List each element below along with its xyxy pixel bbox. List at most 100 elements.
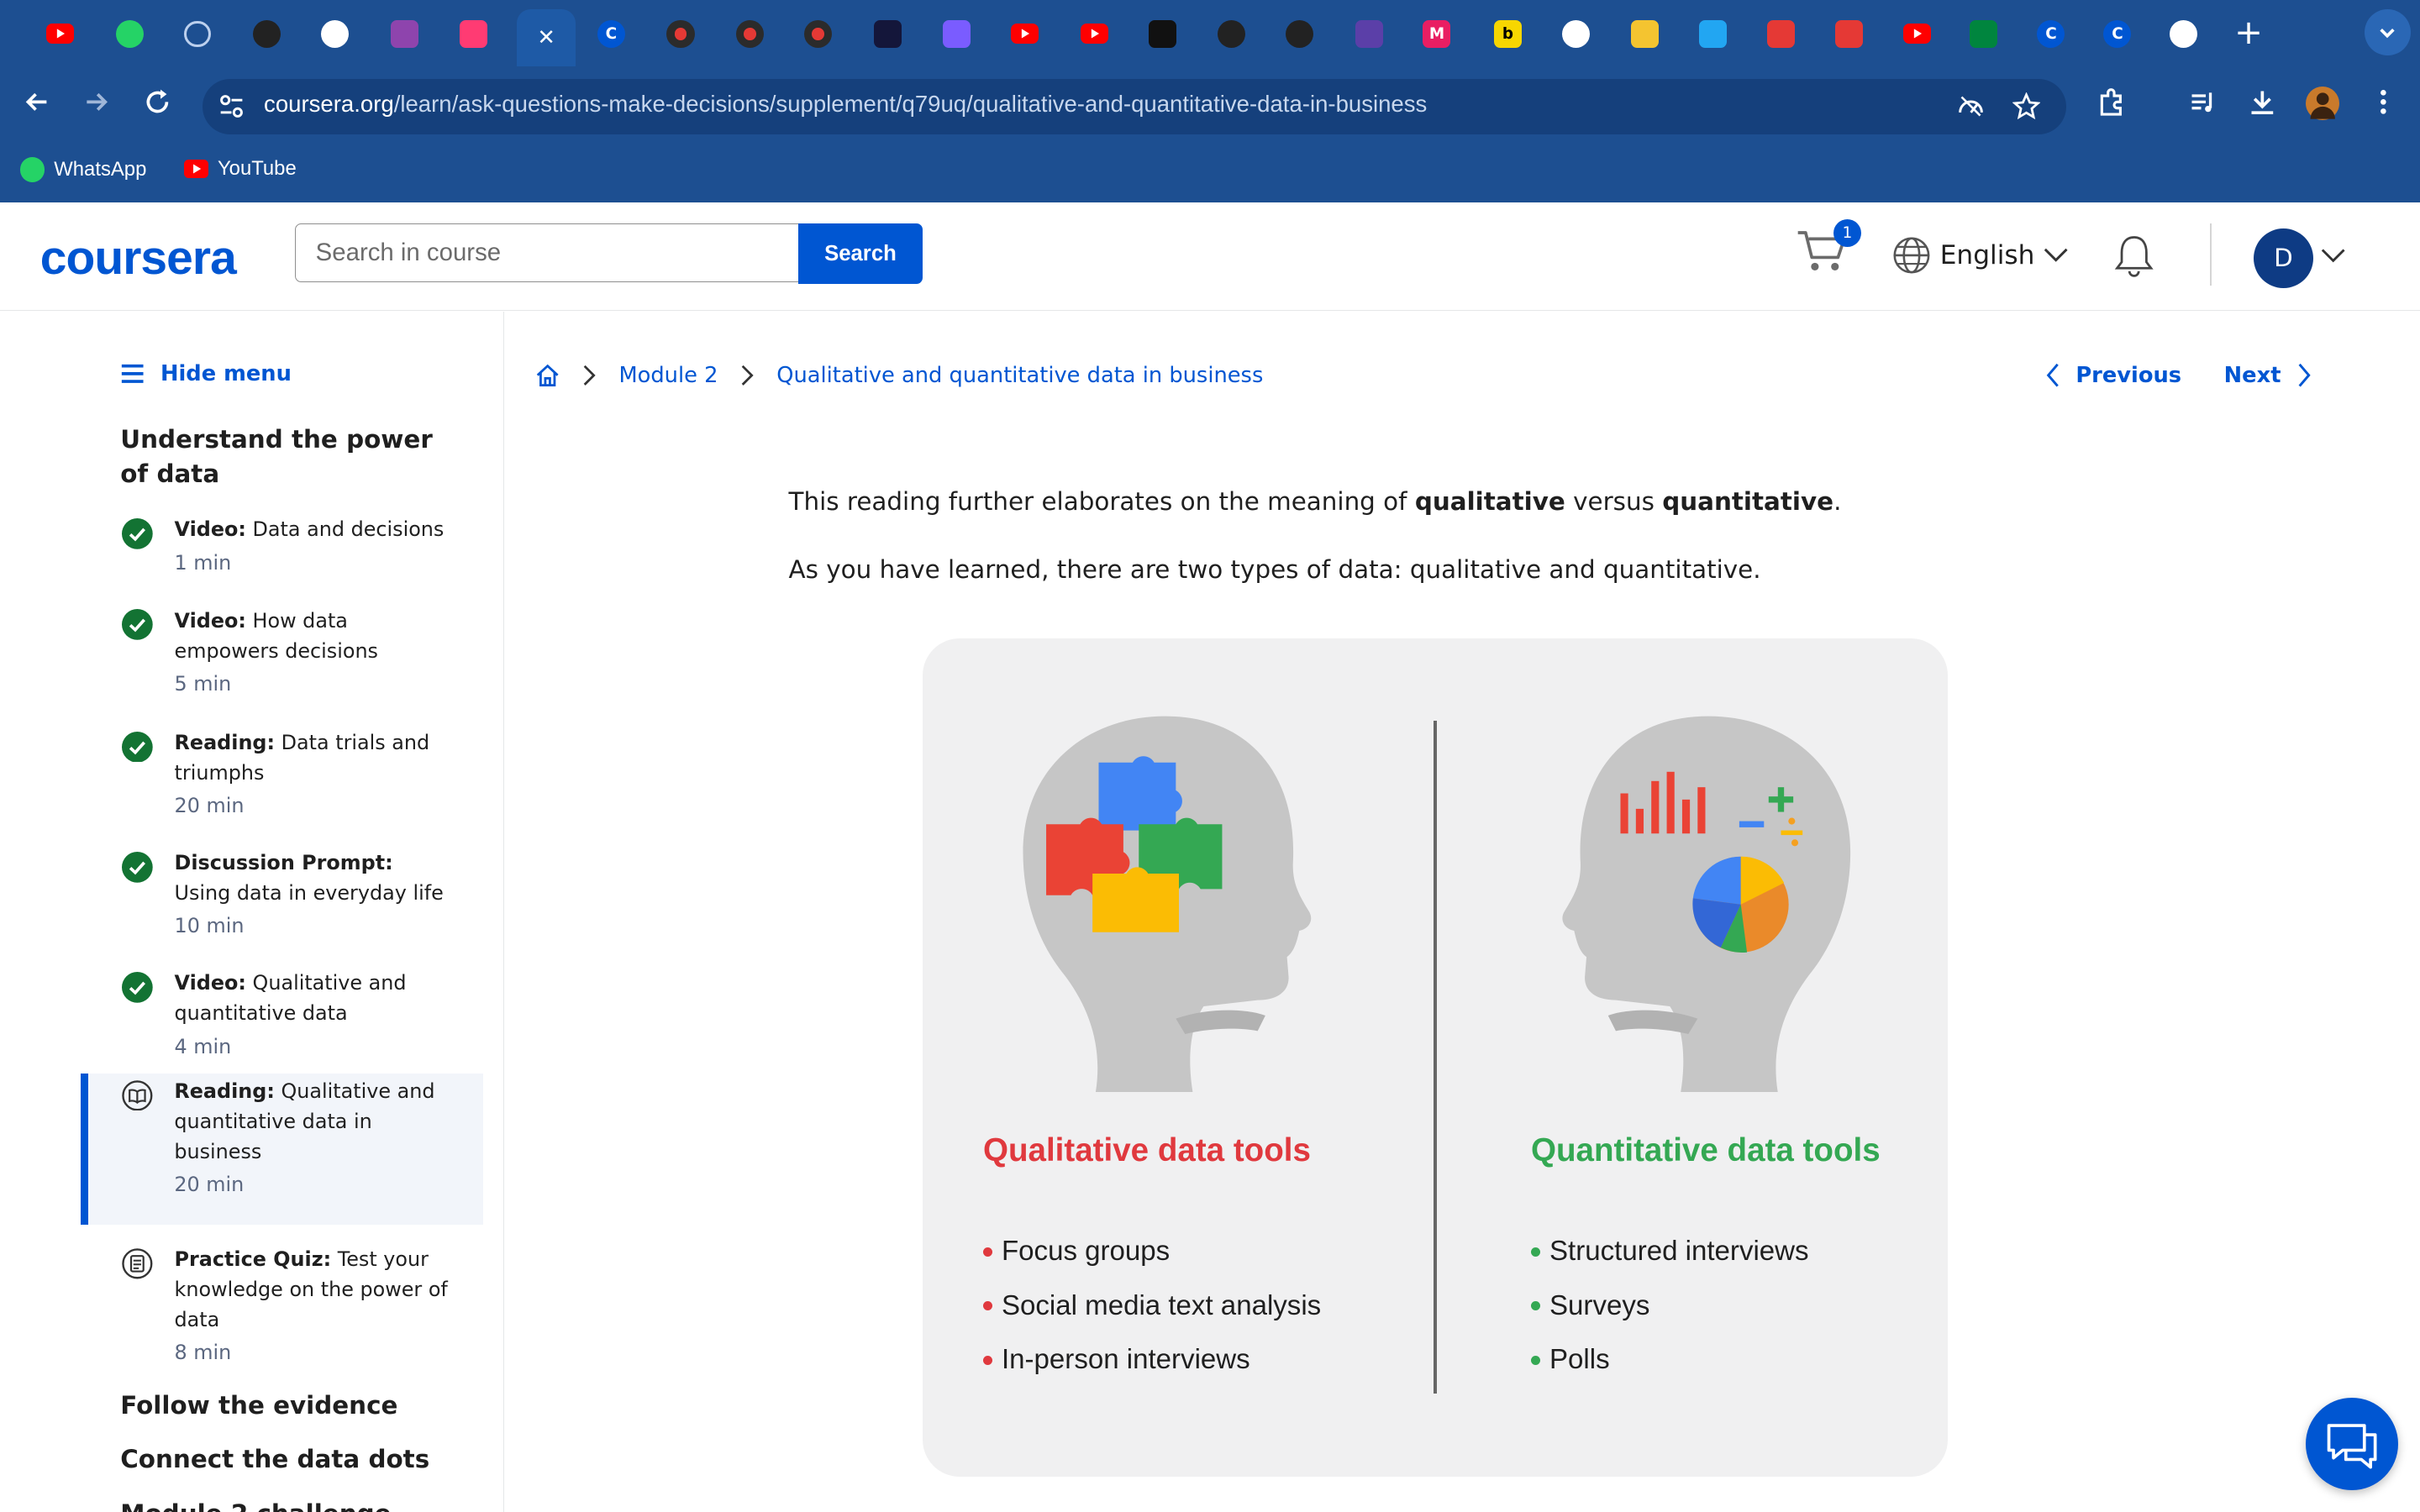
browser-tab[interactable]	[659, 13, 702, 55]
lesson-item[interactable]: Video: Data and decisions 1 min	[81, 512, 476, 590]
notification-bell-icon[interactable]	[2112, 233, 2155, 279]
new-tab-button[interactable]: +	[2228, 12, 2269, 53]
browser-tab[interactable]	[1895, 13, 1938, 55]
hide-menu-button[interactable]: Hide menu	[120, 361, 292, 386]
user-avatar[interactable]: D	[2253, 228, 2314, 289]
course-sidebar: Hide menu Understand the power of data V…	[0, 312, 504, 1512]
back-button[interactable]	[20, 87, 54, 120]
profile-avatar-icon[interactable]	[2306, 86, 2340, 121]
bookmark-star-icon[interactable]	[2012, 92, 2041, 120]
breadcrumb-page[interactable]: Qualitative and quantitative data in bus…	[776, 363, 1263, 388]
home-icon[interactable]	[535, 363, 560, 387]
download-icon[interactable]	[2245, 87, 2279, 120]
browser-tab[interactable]	[1555, 13, 1597, 55]
browser-tab[interactable]	[935, 13, 978, 55]
extensions-icon[interactable]	[2094, 87, 2128, 120]
quantitative-list: Structured interviews Surveys Polls	[1530, 1225, 1809, 1387]
browser-tab[interactable]	[729, 13, 771, 55]
bookmarks-bar: WhatsApp YouTube	[0, 144, 2420, 202]
tab-search-button[interactable]	[2364, 9, 2411, 56]
lesson-item[interactable]: Reading: Qualitative and quantitative da…	[80, 1074, 483, 1226]
browser-tab[interactable]	[1691, 13, 1734, 55]
wave-icon	[1699, 19, 1728, 48]
section-connect-the-data-dots[interactable]: Connect the data dots	[120, 1442, 445, 1476]
address-bar[interactable]: coursera.org/learn/ask-questions-make-de…	[202, 78, 2067, 134]
browser-tab[interactable]	[176, 13, 218, 55]
openai-icon	[1285, 19, 1314, 48]
browser-tab[interactable]	[245, 13, 288, 55]
site-settings-icon[interactable]	[218, 92, 245, 120]
loading-icon	[184, 20, 211, 48]
types-paragraph: As you have learned, there are two types…	[788, 555, 1761, 585]
browser-tab[interactable]: ✕	[517, 9, 576, 66]
browser-tab[interactable]	[2162, 13, 2205, 55]
browser-tab[interactable]	[865, 13, 908, 55]
browser-tab[interactable]	[452, 13, 495, 55]
lesson-item[interactable]: Reading: Data trials and triumphs 20 min	[81, 725, 476, 817]
reading-book-icon	[122, 1079, 153, 1111]
list-item: In-person interviews	[982, 1333, 1321, 1387]
breadcrumb-module[interactable]: Module 2	[618, 363, 718, 388]
search-input[interactable]	[294, 223, 815, 283]
lesson-type: Video:	[174, 608, 246, 633]
search-button[interactable]: Search	[797, 223, 923, 284]
media-controls-icon[interactable]	[2186, 87, 2219, 120]
main-content: Module 2 Qualitative and quantitative da…	[505, 312, 2420, 1512]
browser-tab[interactable]	[108, 13, 151, 55]
tether-icon	[460, 19, 488, 48]
forward-button[interactable]	[79, 87, 113, 120]
performance-icon[interactable]	[1957, 92, 1985, 120]
browser-tab[interactable]: M	[1415, 13, 1458, 55]
lesson-item[interactable]: Video: Qualitative and quantitative data…	[81, 966, 476, 1058]
browser-tab[interactable]	[1278, 13, 1321, 55]
bullet-dot	[982, 1247, 992, 1257]
browser-tab[interactable]	[1623, 13, 1666, 55]
lesson-item[interactable]: Practice Quiz: Test your knowledge on th…	[81, 1242, 476, 1366]
next-label: Next	[2223, 362, 2281, 388]
section-title[interactable]: Understand the power of data	[120, 423, 445, 491]
lesson-duration: 10 min	[174, 914, 245, 938]
reload-icon	[146, 89, 169, 113]
section-module-2-challenge[interactable]: Module 2 challenge	[120, 1497, 445, 1512]
browser-tab[interactable]	[1140, 13, 1183, 55]
reload-button[interactable]	[140, 87, 174, 120]
browser-tab[interactable]	[39, 13, 82, 55]
lesson-text: Reading: Data trials and triumphs 20 min	[175, 728, 453, 822]
next-button[interactable]: Next	[2224, 363, 2312, 388]
lesson-item[interactable]: Discussion Prompt: Using data in everyda…	[81, 845, 476, 937]
browser-tab[interactable]	[1828, 13, 1870, 55]
browser-tab[interactable]: C	[590, 13, 633, 55]
lesson-text: Video: Data and decisions 1 min	[175, 515, 453, 578]
language-selector[interactable]: English	[1892, 236, 2069, 275]
coursera-icon: C	[597, 19, 625, 48]
list-item: Social media text analysis	[982, 1279, 1322, 1333]
browser-tab[interactable]	[1961, 13, 2004, 55]
browser-chrome: ✕ C Mb C C + coursera.org/learn/ask-question…	[0, 0, 2420, 202]
lesson-item[interactable]: Video: How data empowers decisions 5 min	[81, 603, 476, 696]
previous-button[interactable]: Previous	[2045, 362, 2182, 388]
browser-tab[interactable]	[1760, 13, 1802, 55]
browser-tab[interactable]: C	[2029, 13, 2072, 55]
browser-tab[interactable]	[1210, 13, 1253, 55]
browser-tab[interactable]	[383, 13, 426, 55]
browser-tab[interactable]: C	[2096, 13, 2139, 55]
browser-tab[interactable]	[1073, 13, 1116, 55]
previous-label: Previous	[2075, 362, 2182, 388]
text-span: This reading further elaborates on the m…	[788, 487, 1415, 517]
close-tab-icon[interactable]: ✕	[537, 25, 555, 50]
ring-icon	[943, 19, 971, 48]
list-item-text: Social media text analysis	[1001, 1289, 1322, 1321]
coursera-logo[interactable]: coursera	[40, 230, 237, 286]
browser-tab[interactable]	[1003, 13, 1046, 55]
browser-menu-icon[interactable]	[2366, 87, 2400, 120]
bookmark-whatsapp[interactable]: WhatsApp	[19, 157, 146, 182]
list-item: Polls	[1530, 1333, 1809, 1387]
browser-tab[interactable]: b	[1486, 13, 1529, 55]
browser-tab[interactable]	[797, 13, 839, 55]
browser-tab[interactable]	[313, 13, 356, 55]
chat-support-button[interactable]	[2306, 1398, 2399, 1491]
bookmark-youtube[interactable]: YouTube	[183, 157, 297, 181]
browser-tab[interactable]	[1347, 13, 1390, 55]
section-follow-the-evidence[interactable]: Follow the evidence	[120, 1389, 445, 1422]
chevron-down-icon[interactable]	[2321, 245, 2345, 267]
